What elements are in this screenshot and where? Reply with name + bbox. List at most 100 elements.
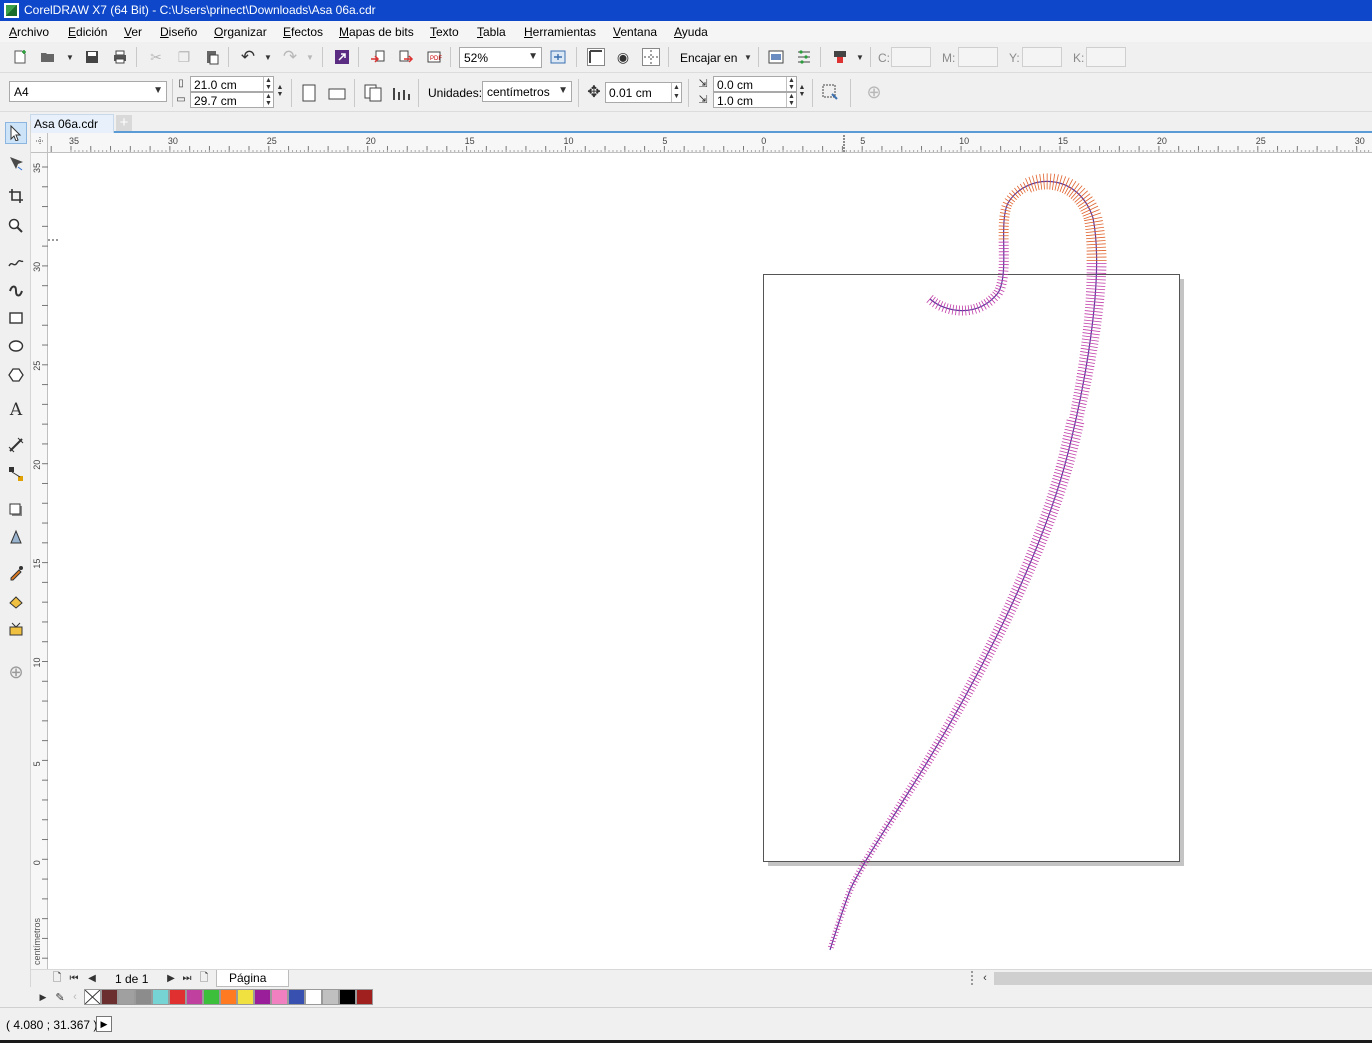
menu-ayuda[interactable]: Ayuda [674, 25, 708, 39]
shape-tool-icon[interactable] [5, 152, 27, 174]
duplicate-x-input[interactable]: 0.0 cm ▲ ▼ [713, 76, 797, 92]
palette-swatch[interactable] [237, 989, 254, 1005]
show-guides-icon[interactable] [641, 47, 661, 67]
add-tab-plus-icon[interactable]: + [116, 115, 132, 131]
show-rulers-icon[interactable] [586, 47, 606, 67]
freehand-tool-icon[interactable] [5, 251, 27, 273]
no-color-swatch[interactable] [84, 989, 101, 1005]
page-width-input[interactable]: 21.0 cm ▲ ▼ [190, 76, 274, 92]
first-page-icon[interactable]: ⏮ [66, 969, 82, 987]
vertical-ruler[interactable]: 35 30 25 20 15 10 5 0 centímetros [31, 153, 48, 969]
redo-icon[interactable]: ↷ [280, 47, 300, 67]
welcome-screen-icon[interactable] [766, 47, 786, 67]
add-page-before-icon[interactable]: 🗋 [49, 969, 65, 987]
text-tool-icon[interactable]: A [5, 399, 27, 421]
edit-page-icon[interactable] [820, 82, 840, 102]
spinner-icon[interactable]: ▲ ▼ [263, 93, 273, 107]
undo-chevron-down-icon[interactable]: ▼ [258, 47, 278, 67]
parallel-dimension-tool-icon[interactable] [5, 434, 27, 456]
ellipse-tool-icon[interactable] [5, 335, 27, 357]
crop-tool-icon[interactable] [5, 185, 27, 207]
new-document-icon[interactable] [10, 47, 30, 67]
zoom-to-page-icon[interactable] [548, 47, 568, 67]
export-icon[interactable] [396, 47, 416, 67]
palette-swatch[interactable] [356, 989, 373, 1005]
cyan-input[interactable] [891, 47, 931, 67]
lock-ratio-spinner-icon[interactable]: ▲ ▼ [275, 76, 285, 106]
zoom-tool-magnifier-icon[interactable] [5, 215, 27, 237]
publish-pdf-icon[interactable]: PDF [424, 47, 444, 67]
menu-herramientas[interactable]: Herramientas [524, 25, 596, 39]
page-size-combo[interactable]: A4 ▼ [9, 81, 167, 102]
palette-eyedropper-icon[interactable]: ✎ [52, 987, 68, 1007]
paste-icon[interactable] [202, 47, 222, 67]
menu-edicion[interactable]: Edición [68, 25, 107, 39]
menu-archivo[interactable]: Archivo [9, 25, 49, 39]
copy-icon[interactable]: ❐ [174, 47, 194, 67]
horizontal-ruler[interactable]: 35 30 25 20 15 10 5 0 5 10 15 20 25 30 [31, 133, 1372, 153]
palette-swatch[interactable] [322, 989, 339, 1005]
palette-swatch[interactable] [305, 989, 322, 1005]
spinner-icon[interactable]: ▲ ▼ [786, 93, 796, 107]
open-recent-chevron-down-icon[interactable]: ▼ [60, 47, 80, 67]
previous-page-icon[interactable]: ◀ [84, 969, 100, 987]
search-content-icon[interactable] [332, 47, 352, 67]
menu-texto[interactable]: Texto [430, 25, 459, 39]
last-page-icon[interactable]: ⏭ [179, 969, 195, 987]
application-launcher-icon[interactable] [830, 47, 850, 67]
add-page-plus-icon[interactable]: ⊕ [864, 82, 884, 102]
save-icon[interactable] [82, 47, 102, 67]
palette-swatch[interactable] [254, 989, 271, 1005]
palette-swatch[interactable] [118, 989, 135, 1005]
menu-mapas-de-bits[interactable]: Mapas de bits [339, 25, 414, 39]
palette-swatch[interactable] [135, 989, 152, 1005]
connector-tool-icon[interactable] [5, 463, 27, 485]
view-mode-eye-icon[interactable]: ◉ [613, 47, 633, 67]
landscape-orientation-icon[interactable] [327, 83, 347, 103]
rectangle-tool-icon[interactable] [5, 307, 27, 329]
portrait-orientation-icon[interactable] [299, 83, 319, 103]
spinner-icon[interactable]: ▲ ▼ [263, 77, 273, 91]
drawing-canvas[interactable] [48, 153, 1372, 969]
menu-ventana[interactable]: Ventana [613, 25, 657, 39]
interactive-fill-tool-icon[interactable] [5, 590, 27, 612]
tab-document[interactable]: Asa 06a.cdr [30, 114, 114, 133]
zoom-level-combo[interactable]: 52% ▼ [459, 47, 542, 68]
menu-ver[interactable]: Ver [124, 25, 142, 39]
horizontal-scrollbar-thumb[interactable] [994, 972, 1372, 985]
palette-swatch[interactable] [339, 989, 356, 1005]
transparency-tool-icon[interactable] [5, 526, 27, 548]
ruler-origin-corner[interactable] [31, 133, 48, 153]
all-pages-icon[interactable] [363, 83, 383, 103]
options-icon[interactable] [794, 47, 814, 67]
black-input[interactable] [1086, 47, 1126, 67]
duplicate-spinner-icon[interactable]: ▲ ▼ [797, 76, 807, 106]
smart-fill-tool-icon[interactable] [5, 618, 27, 640]
import-icon[interactable] [368, 47, 388, 67]
nudge-distance-input[interactable]: 0.01 cm ▲ ▼ [605, 82, 682, 103]
pick-tool-arrow-icon[interactable] [5, 122, 27, 144]
palette-swatch[interactable] [203, 989, 220, 1005]
current-page-icon[interactable] [391, 83, 411, 103]
drawing-area[interactable] [48, 153, 1372, 969]
palette-swatch[interactable] [101, 989, 118, 1005]
artistic-media-tool-icon[interactable] [5, 278, 27, 300]
magenta-input[interactable] [958, 47, 998, 67]
palette-scroll-left-icon[interactable]: ‹ [68, 987, 82, 1007]
page-tab[interactable]: Página 1 [216, 970, 289, 999]
launcher-chevron-down-icon[interactable]: ▼ [850, 47, 870, 67]
open-folder-icon[interactable] [38, 47, 58, 67]
menu-organizar[interactable]: Organizar [214, 25, 267, 39]
next-page-icon[interactable]: ▶ [163, 969, 179, 987]
palette-swatch[interactable] [220, 989, 237, 1005]
yellow-input[interactable] [1022, 47, 1062, 67]
palette-swatch[interactable] [271, 989, 288, 1005]
palette-swatch[interactable] [186, 989, 203, 1005]
menu-efectos[interactable]: Efectos [283, 25, 323, 39]
page-height-input[interactable]: 29.7 cm ▲ ▼ [190, 92, 274, 108]
polygon-tool-icon[interactable] [5, 364, 27, 386]
customize-toolbox-plus-icon[interactable]: ⊕ [5, 661, 27, 683]
print-icon[interactable] [110, 47, 130, 67]
units-combo[interactable]: centímetros ▼ [482, 81, 572, 102]
undo-icon[interactable]: ↶ [238, 47, 258, 67]
